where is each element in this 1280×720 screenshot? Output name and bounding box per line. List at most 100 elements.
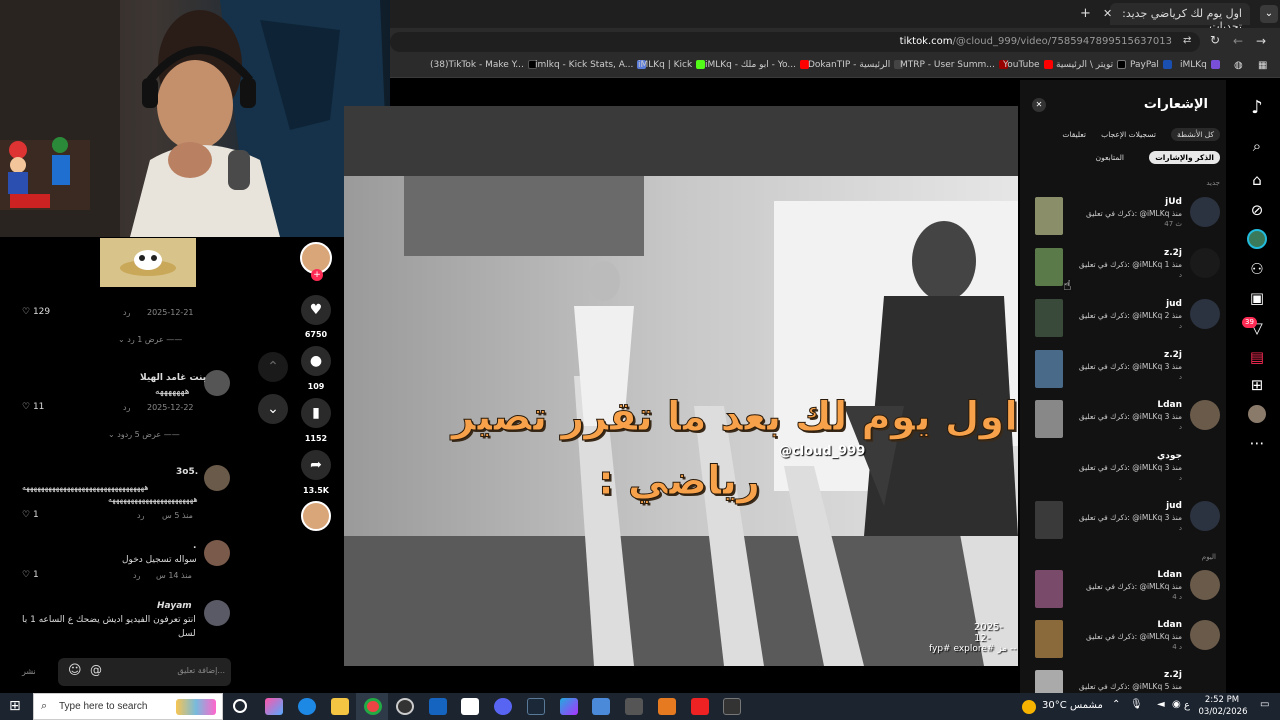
notification-item[interactable]: jud ذكرك في تعليق: @iMLKq منذ 3 د xyxy=(1020,501,1226,551)
file-explorer-icon[interactable] xyxy=(331,698,349,715)
video-player[interactable]: اول يوم لك بعد ما تقرر تصير رياضي : @clo… xyxy=(344,106,1018,666)
notification-item[interactable]: jUd ذكرك في تعليق: @iMLKq منذ 47 ث xyxy=(1020,197,1226,247)
edge-icon[interactable] xyxy=(298,698,316,715)
app-icon[interactable] xyxy=(658,698,676,715)
bookmark-youtube[interactable]: YouTube xyxy=(1003,60,1053,70)
forward-icon[interactable]: ← xyxy=(1233,34,1243,48)
explore-icon[interactable]: ⊘ xyxy=(1246,199,1268,221)
tiktok-logo-icon[interactable]: ♪ xyxy=(1246,96,1268,118)
messages-icon[interactable]: ▤ xyxy=(1246,346,1268,368)
notification-item[interactable]: Ldan ذكرك في تعليق: @iMLKq منذ 4 د xyxy=(1020,620,1226,670)
bookmark-twitter[interactable]: تويتر \ الرئيسية xyxy=(1056,60,1127,70)
view-replies-button[interactable]: ⌄ عرض 1 رد —— xyxy=(118,335,182,344)
sound-avatar[interactable] xyxy=(301,501,331,531)
search-icon[interactable]: ⌕ xyxy=(1246,135,1268,157)
avatar[interactable] xyxy=(204,540,230,566)
following-avatar[interactable] xyxy=(1247,229,1267,249)
more-icon[interactable]: ⋯ xyxy=(1246,432,1268,454)
follow-plus-icon[interactable]: + xyxy=(311,269,323,281)
emoji-icon[interactable]: ☺ xyxy=(68,663,82,678)
new-tab-icon[interactable]: + xyxy=(1080,6,1091,21)
windows-start-icon[interactable]: ⊞ xyxy=(9,698,21,714)
chrome-icon[interactable] xyxy=(364,698,382,715)
share-button[interactable]: ➦ xyxy=(301,450,331,480)
save-button[interactable]: ▮ xyxy=(301,398,331,428)
notification-item[interactable]: جودي ذكرك في تعليق: @iMLKq منذ 3 د xyxy=(1020,451,1226,501)
avatar[interactable] xyxy=(1190,350,1220,380)
taskbar-search-box[interactable]: ⌕ Type here to search xyxy=(33,693,223,720)
avatar[interactable] xyxy=(1190,501,1220,531)
comment-button[interactable]: ● xyxy=(301,346,331,376)
weather-temperature[interactable]: 30°C xyxy=(1042,700,1067,711)
bookmark-youtube-channel[interactable]: iMLKq - ابو ملك - Yo... xyxy=(705,60,809,70)
notification-item[interactable]: Ldan ذكرك في تعليق: @iMLKq منذ 3 د xyxy=(1020,400,1226,450)
notification-item[interactable]: Ldan ذكرك في تعليق: @iMLKq منذ 4 د xyxy=(1020,570,1226,620)
live-icon[interactable]: ▣ xyxy=(1246,287,1268,309)
capcut-icon[interactable] xyxy=(461,698,479,715)
comment-username[interactable]: 3o5. xyxy=(176,467,198,477)
comment-username[interactable]: . xyxy=(193,541,196,551)
notification-item[interactable]: z.2j ذكرك في تعليق: @iMLKq منذ 1 د xyxy=(1020,248,1226,298)
chevron-up-icon[interactable]: ⌃ xyxy=(1112,699,1120,710)
notification-center-icon[interactable]: ▭ xyxy=(1260,699,1269,710)
back-icon[interactable]: → xyxy=(1256,34,1266,48)
video-hashtags[interactable]: fyp# explore# مز -- xyxy=(929,644,1016,654)
app-icon[interactable] xyxy=(625,698,643,715)
heart-icon[interactable]: ♡ xyxy=(22,402,30,412)
post-button[interactable]: نشر xyxy=(22,667,36,676)
volume-icon[interactable]: ◄ xyxy=(1157,699,1165,710)
avatar[interactable] xyxy=(1190,299,1220,329)
discord-icon[interactable] xyxy=(494,698,512,715)
tab-mentions[interactable]: الذكر والإشارات xyxy=(1149,151,1220,164)
avatar[interactable] xyxy=(204,370,230,396)
tab-search-icon[interactable]: ⌄ xyxy=(1260,5,1278,23)
obs-icon[interactable] xyxy=(396,698,414,715)
avatar[interactable] xyxy=(1190,197,1220,227)
globe-icon[interactable]: ◍ xyxy=(1234,60,1243,71)
bookmark-mtrp[interactable]: MTRP - User Summ... xyxy=(900,60,1008,70)
weather-description[interactable]: مشمس xyxy=(1070,700,1103,711)
comment-username[interactable]: بنت غامد الهيلا xyxy=(140,373,206,383)
notification-item[interactable]: z.2j ذكرك في تعليق: @iMLKq منذ 3 د xyxy=(1020,350,1226,400)
bookmark-paypal[interactable]: PayPal xyxy=(1130,60,1172,70)
tab-likes[interactable]: تسجيلات الإعجاب xyxy=(1095,128,1162,141)
reply-link[interactable]: رد xyxy=(133,571,140,580)
reply-link[interactable]: رد xyxy=(137,511,144,520)
close-icon[interactable]: ✕ xyxy=(1032,98,1046,112)
clock-time[interactable]: 2:52 PM xyxy=(1200,695,1244,705)
app-icon[interactable] xyxy=(723,698,741,715)
heart-icon[interactable]: ♡ xyxy=(22,570,30,580)
app-icon[interactable] xyxy=(691,698,709,715)
mention-icon[interactable]: @ xyxy=(90,663,102,677)
clock-date[interactable]: 03/02/2026 xyxy=(1198,707,1248,717)
bookmark-kick[interactable]: iMLKq | Kick xyxy=(638,60,706,70)
url-field[interactable]: ⇄ tiktok.com/@cloud_999/video/7585947899… xyxy=(390,32,1200,52)
avatar[interactable] xyxy=(1190,570,1220,600)
like-button[interactable]: ♥ xyxy=(301,295,331,325)
app-icon[interactable] xyxy=(560,698,578,715)
previous-video-button[interactable]: ⌃ xyxy=(258,352,288,382)
microphone-icon[interactable]: 🎙 xyxy=(1130,699,1143,710)
bookmark-dokantip[interactable]: DokanTIP - الرئيسية xyxy=(808,60,904,70)
heart-icon[interactable]: ♡ xyxy=(22,307,30,317)
friends-icon[interactable]: ⚇ xyxy=(1246,258,1268,280)
copilot-icon[interactable] xyxy=(265,698,283,715)
notification-item[interactable]: jud ذكرك في تعليق: @iMLKq منذ 2 د xyxy=(1020,299,1226,349)
tab-all-activity[interactable]: كل الأنشطة xyxy=(1171,128,1220,141)
site-info-icon[interactable]: ⇄ xyxy=(1183,35,1191,46)
language-indicator[interactable]: ع xyxy=(1184,700,1190,711)
comment-input[interactable]: إضافة تعليق... ☺ @ xyxy=(58,658,231,686)
tab-active[interactable]: اول يوم لك كرياضي جديد: تحديات xyxy=(1110,3,1250,33)
all-bookmarks-icon[interactable]: ▦ xyxy=(1258,60,1267,71)
profile-avatar[interactable] xyxy=(1248,405,1266,423)
weather-sun-icon[interactable] xyxy=(1022,700,1036,714)
comment-username[interactable]: Hayam xyxy=(157,601,192,611)
bookmark-kick-stats[interactable]: imlkq - Kick Stats, A... xyxy=(535,60,647,70)
store-icon[interactable] xyxy=(592,698,610,715)
mail-icon[interactable] xyxy=(429,698,447,715)
steam-icon[interactable] xyxy=(527,698,545,715)
bookmark-imlkq[interactable]: iMLKq xyxy=(1180,60,1220,70)
notification-item[interactable]: z.2j ذكرك في تعليق: @iMLKq منذ 5 xyxy=(1020,670,1226,693)
tab-comments[interactable]: تعليقات xyxy=(1056,128,1092,141)
avatar[interactable] xyxy=(1190,620,1220,650)
